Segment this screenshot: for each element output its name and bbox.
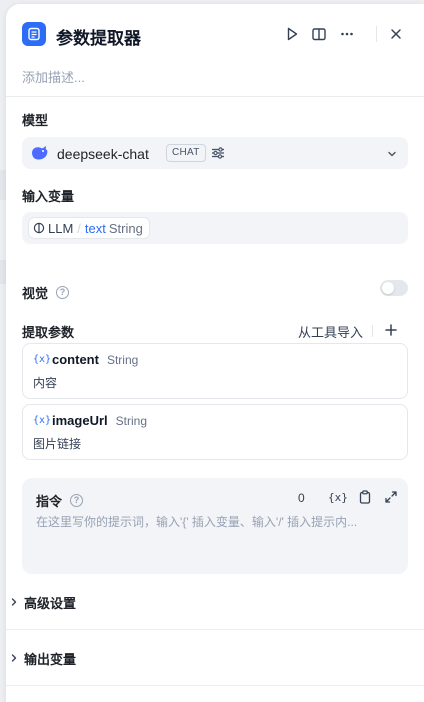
add-param-icon[interactable] <box>384 323 398 337</box>
variable-name: text <box>84 220 106 236</box>
vision-label: 视觉 <box>22 286 49 301</box>
extract-params-label: 提取参数 <box>22 325 75 340</box>
book-open-icon <box>312 28 326 41</box>
input-variable-label: 输入变量 <box>22 189 75 204</box>
param-name-text: content <box>52 352 99 367</box>
close-icon <box>391 29 401 39</box>
deepseek-whale-icon <box>32 146 48 160</box>
instruction-input[interactable]: 在这里写你的提示词，输入'{' 插入变量、输入'/' 插入提示内... <box>36 513 357 530</box>
more-options-button[interactable] <box>337 24 357 44</box>
model-label: 模型 <box>22 113 49 128</box>
output-variables-label: 输出变量 <box>24 651 77 667</box>
section-divider <box>6 685 424 686</box>
variable-icon: {x} <box>33 354 52 365</box>
advanced-settings-label: 高级设置 <box>24 595 77 611</box>
chevron-right-icon <box>11 598 17 606</box>
split-view-button[interactable] <box>309 24 329 44</box>
param-type: String <box>115 414 147 428</box>
model-settings-icon[interactable] <box>210 145 226 161</box>
model-name: deepseek-chat <box>57 146 149 162</box>
char-count: 0 <box>298 491 305 505</box>
variable-type: String <box>108 220 143 236</box>
expand-icon[interactable] <box>384 490 398 504</box>
chevron-right-icon <box>11 654 17 662</box>
insert-variable-button[interactable]: {x} <box>328 491 348 504</box>
param-name: imageUrl String <box>52 413 147 428</box>
model-selector[interactable]: deepseek-chat CHAT <box>22 137 408 169</box>
param-description: 图片链接 <box>33 437 82 451</box>
play-icon <box>287 27 298 41</box>
node-config-panel: 参数提取器 添加描述... 模型 deepseek-chat CHAT 输入变量… <box>6 4 424 702</box>
input-variable-chip[interactable]: LLM / text String <box>28 217 150 239</box>
source-node-name: LLM <box>48 220 74 236</box>
import-from-tool-button[interactable]: 从工具导入 <box>298 322 363 341</box>
param-card-content[interactable]: {x} content String 内容 <box>22 343 408 399</box>
panel-header: 参数提取器 <box>6 4 424 62</box>
instruction-editor[interactable]: 指令 ? 0 {x} 在这里写你的提示词，输入'{' 插入变量、输入'/' 插入… <box>22 478 408 574</box>
more-horizontal-icon <box>341 32 353 36</box>
vision-row: 视觉 ? <box>22 283 70 302</box>
help-icon[interactable]: ? <box>56 286 70 299</box>
param-name-text: imageUrl <box>52 413 108 428</box>
clipboard-icon[interactable] <box>358 490 372 504</box>
help-icon[interactable]: ? <box>70 494 84 507</box>
node-title[interactable]: 参数提取器 <box>56 24 141 49</box>
parameter-extractor-node-icon <box>22 22 46 46</box>
description-input[interactable]: 添加描述... <box>22 67 85 86</box>
input-variable-field[interactable]: LLM / text String <box>22 212 408 244</box>
advanced-settings-toggle[interactable]: 高级设置 <box>10 592 310 612</box>
param-description: 内容 <box>33 376 58 390</box>
param-type: String <box>106 353 139 367</box>
chevron-down-icon <box>388 151 396 157</box>
llm-node-icon <box>33 222 45 234</box>
output-variables-toggle[interactable]: 输出变量 <box>10 648 310 668</box>
instruction-label: 指令 <box>36 494 63 509</box>
vision-toggle[interactable] <box>380 280 408 296</box>
instruction-label-row: 指令 ? <box>36 491 84 510</box>
close-button[interactable] <box>386 24 406 44</box>
run-node-button[interactable] <box>282 24 302 44</box>
variable-icon: {x} <box>33 415 52 426</box>
section-divider <box>6 629 424 630</box>
header-separator <box>376 26 377 42</box>
param-name: content String <box>52 352 138 367</box>
model-mode-badge: CHAT <box>166 144 206 162</box>
param-card-imageurl[interactable]: {x} imageUrl String 图片链接 <box>22 404 408 460</box>
header-divider <box>6 96 424 97</box>
path-separator: / <box>77 220 81 236</box>
import-separator <box>372 325 373 337</box>
